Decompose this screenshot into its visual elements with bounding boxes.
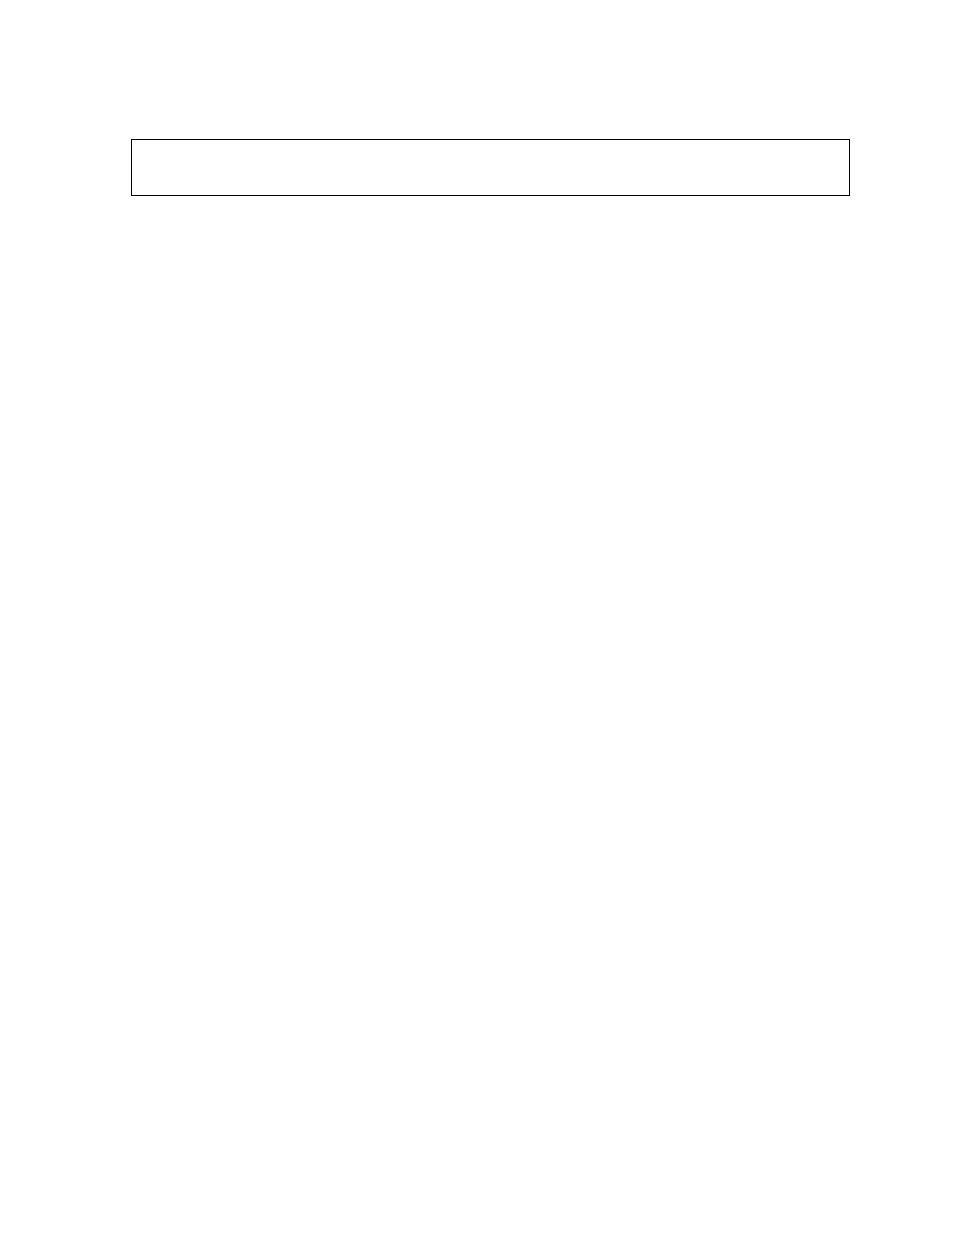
empty-rectangle-box <box>131 139 850 196</box>
